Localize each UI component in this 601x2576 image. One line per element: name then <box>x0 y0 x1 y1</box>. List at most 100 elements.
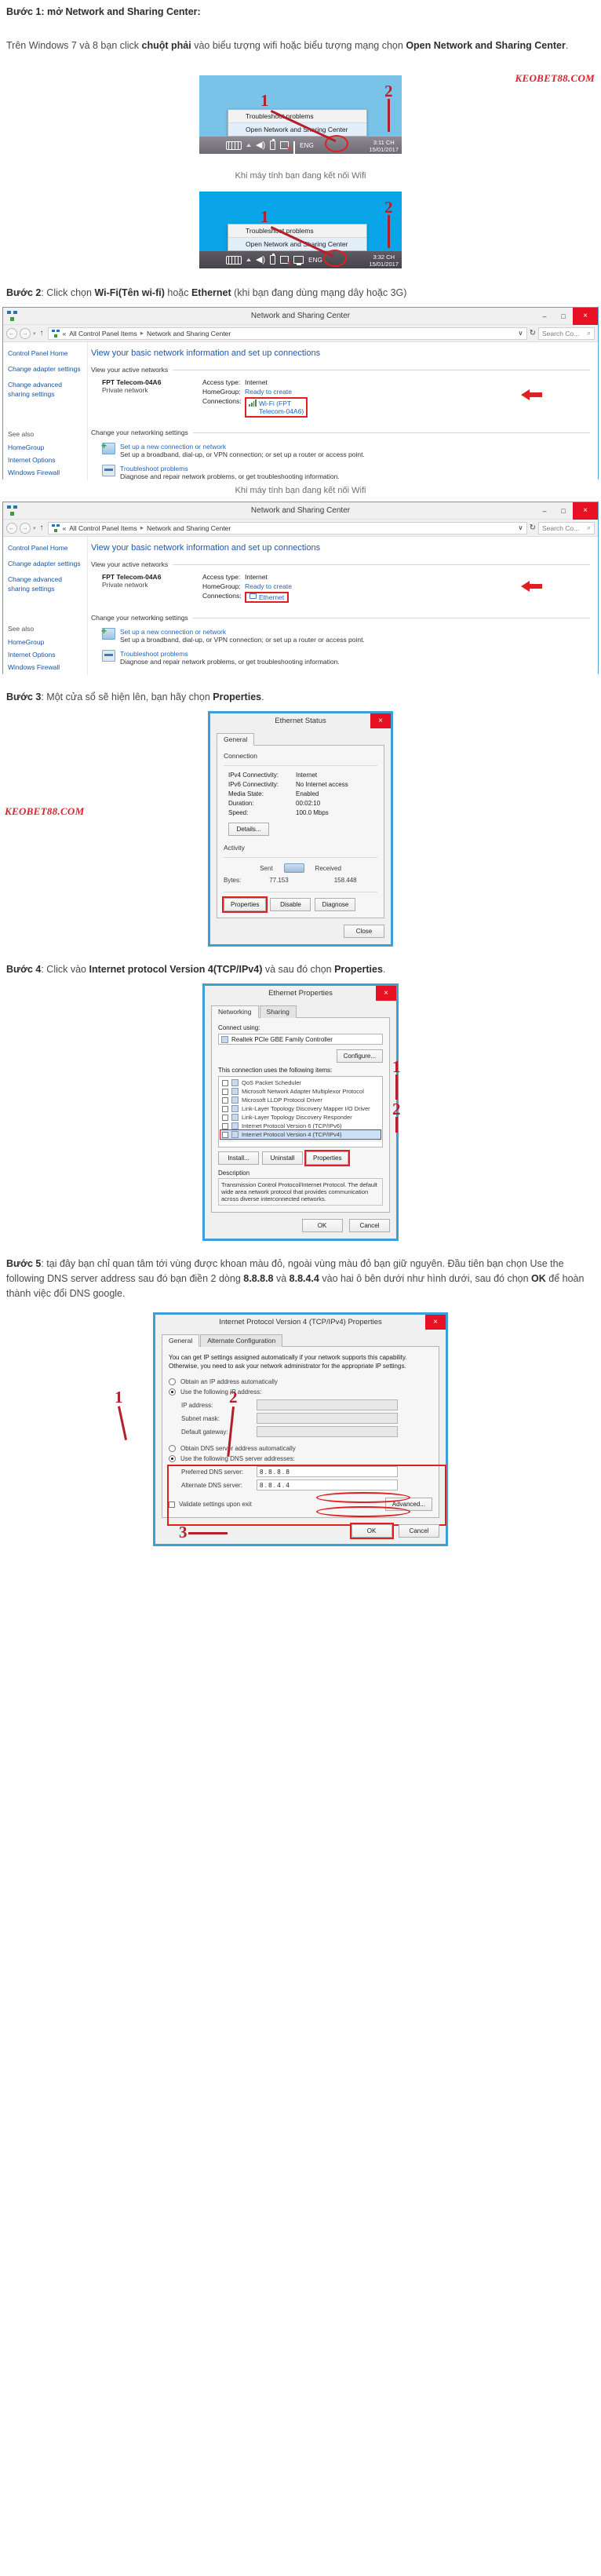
nav-change-adapter-settings-2[interactable]: Change adapter settings <box>8 559 82 568</box>
breadcrumb-item-all-control-panel-2[interactable]: All Control Panel Items <box>69 524 137 532</box>
input-alternate-dns[interactable]: 8 . 8 . 4 . 4 <box>257 1480 398 1491</box>
language-indicator[interactable]: ENG <box>300 142 314 149</box>
back-button-2[interactable]: ← <box>6 522 17 534</box>
breadcrumb-item-nsc[interactable]: Network and Sharing Center <box>147 330 231 338</box>
properties-button[interactable]: Properties <box>221 896 268 913</box>
cancel-button-ipv4[interactable]: Cancel <box>399 1524 439 1538</box>
recent-locations-icon-2[interactable]: ▾ <box>33 525 36 531</box>
checkbox[interactable] <box>222 1079 228 1086</box>
input-preferred-dns[interactable]: 8 . 8 . 8 . 8 <box>257 1466 398 1477</box>
tab-general[interactable]: General <box>217 733 255 746</box>
show-hidden-icons-icon-2[interactable] <box>246 258 251 261</box>
menu-item-troubleshoot[interactable]: Troubleshoot problems <box>228 110 366 122</box>
list-item[interactable]: Link-Layer Topology Discovery Mapper I/O… <box>220 1104 381 1113</box>
volume-icon-2[interactable]: ◀) <box>256 255 265 265</box>
checkbox-ipv4[interactable] <box>222 1131 228 1138</box>
list-item[interactable]: Microsoft Network Adapter Multiplexor Pr… <box>220 1087 381 1096</box>
input-subnet-mask[interactable] <box>257 1413 398 1424</box>
clock[interactable]: 3:11 CH 15/01/2017 <box>369 139 399 153</box>
radio-manual-dns[interactable] <box>169 1455 176 1462</box>
ethernet-status-close-button[interactable]: × <box>370 713 391 728</box>
see-also-windows-firewall[interactable]: Windows Firewall <box>8 468 82 477</box>
troubleshoot-link-2[interactable]: Troubleshoot problems <box>120 650 340 658</box>
connection-wifi-link[interactable]: Wi-Fi (FPT Telecom-04A6) <box>245 397 308 418</box>
see-also-homegroup-2[interactable]: HomeGroup <box>8 637 82 647</box>
forward-button-2[interactable]: → <box>20 522 31 534</box>
tab-networking[interactable]: Networking <box>211 1005 259 1018</box>
close-button-dialog[interactable]: Close <box>344 925 384 938</box>
battery-icon[interactable] <box>270 139 276 150</box>
breadcrumb-item-nsc-2[interactable]: Network and Sharing Center <box>147 524 231 532</box>
configure-button[interactable]: Configure... <box>336 1049 383 1063</box>
breadcrumb-2[interactable]: « All Control Panel Items ▸ Network and … <box>47 521 527 535</box>
ethernet-icon[interactable] <box>293 256 304 265</box>
breadcrumb-item-all-control-panel[interactable]: All Control Panel Items <box>69 330 137 338</box>
checkbox[interactable] <box>222 1114 228 1121</box>
components-list[interactable]: QoS Packet Scheduler Microsoft Network A… <box>218 1076 383 1148</box>
ipv4-properties-close-button[interactable]: × <box>425 1315 446 1330</box>
nav-control-panel-home[interactable]: Control Panel Home <box>8 348 82 358</box>
cancel-button[interactable]: Cancel <box>349 1219 390 1232</box>
checkbox[interactable] <box>222 1088 228 1095</box>
list-item[interactable]: Link-Layer Topology Discovery Responder <box>220 1113 381 1122</box>
battery-icon-2[interactable] <box>270 254 276 265</box>
component-properties-button[interactable]: Properties <box>304 1150 351 1166</box>
list-item[interactable]: Internet Protocol Version 6 (TCP/IPv6) <box>220 1122 381 1130</box>
recent-locations-icon[interactable]: ▾ <box>33 330 36 337</box>
nav-control-panel-home-2[interactable]: Control Panel Home <box>8 543 82 553</box>
list-item[interactable]: Microsoft LLDP Protocol Driver <box>220 1096 381 1104</box>
keyboard-icon-2[interactable] <box>226 255 242 265</box>
show-hidden-icons-icon[interactable] <box>246 144 251 147</box>
checkbox-validate-settings[interactable] <box>169 1501 175 1508</box>
refresh-button[interactable]: ↻ <box>530 329 536 338</box>
radio-auto-dns[interactable] <box>169 1445 176 1452</box>
radio-manual-ip[interactable] <box>169 1388 176 1396</box>
back-button[interactable]: ← <box>6 327 17 339</box>
item-set-up-connection[interactable]: Set up a new connection or network Set u… <box>101 441 590 458</box>
checkbox[interactable] <box>222 1105 228 1112</box>
breadcrumb[interactable]: « All Control Panel Items ▸ Network and … <box>47 327 527 340</box>
radio-auto-ip[interactable] <box>169 1378 176 1385</box>
up-button-2[interactable]: ↑ <box>40 524 44 532</box>
breadcrumb-dropdown-icon-2[interactable]: ∨ <box>518 524 523 532</box>
homegroup-value-2[interactable]: Ready to create <box>245 582 292 590</box>
breadcrumb-dropdown-icon[interactable]: ∨ <box>518 329 523 338</box>
input-default-gateway[interactable] <box>257 1426 398 1437</box>
homegroup-value[interactable]: Ready to create <box>245 388 308 396</box>
connection-ethernet-link[interactable]: Ethernet <box>245 592 290 603</box>
nav-change-adapter-settings[interactable]: Change adapter settings <box>8 364 82 374</box>
ethernet-properties-close-button[interactable]: × <box>376 986 396 1001</box>
tab-alternate-config[interactable]: Alternate Configuration <box>200 1334 283 1347</box>
install-button[interactable]: Install... <box>218 1151 259 1165</box>
search-input[interactable]: Search Co... ⌕ <box>538 327 595 340</box>
keyboard-icon[interactable] <box>226 140 242 150</box>
list-item[interactable]: QoS Packet Scheduler <box>220 1078 381 1087</box>
set-up-connection-link-2[interactable]: Set up a new connection or network <box>120 628 365 636</box>
wifi-signal-icon[interactable] <box>293 140 296 154</box>
option-auto-dns[interactable]: Obtain DNS server address automatically <box>169 1445 432 1452</box>
item-set-up-connection-2[interactable]: Set up a new connection or network Set u… <box>101 626 590 644</box>
item-troubleshoot-2[interactable]: Troubleshoot problems Diagnose and repai… <box>102 650 590 666</box>
action-center-icon-2[interactable] <box>280 256 290 266</box>
search-input-2[interactable]: Search Co... ⌕ <box>538 521 595 535</box>
list-item-ipv4[interactable]: Internet Protocol Version 4 (TCP/IPv4) <box>220 1129 381 1140</box>
language-indicator-2[interactable]: ENG <box>308 257 322 264</box>
troubleshoot-link[interactable]: Troubleshoot problems <box>120 465 340 473</box>
menu-item-troubleshoot-2[interactable]: Troubleshoot problems <box>228 224 366 237</box>
option-manual-dns[interactable]: Use the following DNS server addresses: <box>169 1455 432 1462</box>
uninstall-button[interactable]: Uninstall <box>262 1151 303 1165</box>
item-troubleshoot[interactable]: Troubleshoot problems Diagnose and repai… <box>102 465 590 480</box>
ok-button[interactable]: OK <box>301 1219 343 1232</box>
nav-change-advanced-sharing[interactable]: Change advanced sharing settings <box>8 380 82 399</box>
tab-general-ipv4[interactable]: General <box>162 1334 200 1347</box>
diagnose-button[interactable]: Diagnose <box>315 898 356 911</box>
checkbox[interactable] <box>222 1096 228 1104</box>
checkbox[interactable] <box>222 1122 228 1129</box>
see-also-internet-options[interactable]: Internet Options <box>8 455 82 465</box>
forward-button[interactable]: → <box>20 327 31 339</box>
option-manual-ip[interactable]: Use the following IP address: <box>169 1388 432 1396</box>
ok-button-ipv4[interactable]: OK <box>349 1523 394 1539</box>
details-button[interactable]: Details... <box>228 823 269 836</box>
see-also-internet-options-2[interactable]: Internet Options <box>8 650 82 659</box>
input-ip-address[interactable] <box>257 1399 398 1410</box>
